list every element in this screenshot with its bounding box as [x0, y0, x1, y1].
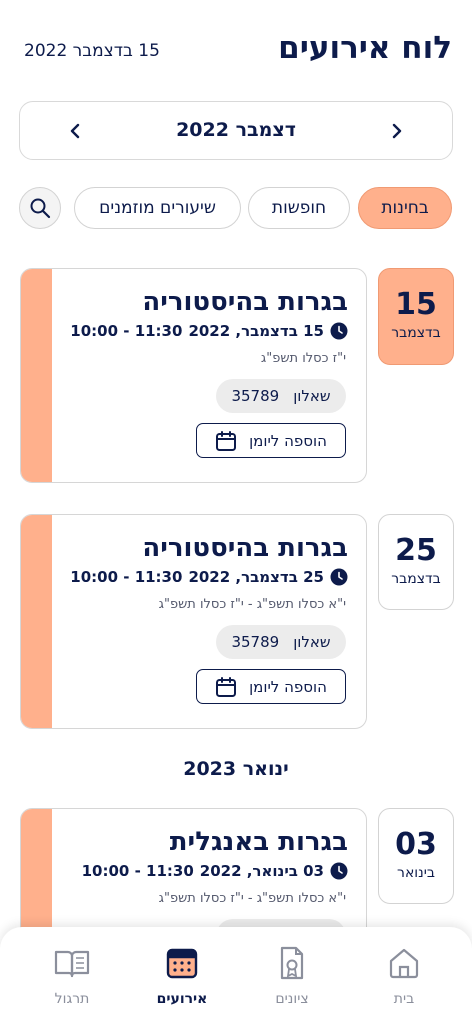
month-section-heading: ינואר 2023 — [183, 758, 289, 780]
nav-label-events: אירועים — [156, 991, 208, 1007]
event-card[interactable]: בגרות בהיסטוריה 25 בדצמבר, 2022 11:30 - … — [20, 514, 367, 729]
event-hebrew-date: י"א כסלו תשפ"ג - י"ז כסלו תשפ"ג — [158, 891, 346, 906]
add-to-calendar-button[interactable]: הוספה ליומן — [196, 423, 346, 458]
nav-label-grades: ציונים — [275, 991, 309, 1007]
event-title: בגרות בהיסטוריה — [142, 287, 348, 317]
search-button[interactable] — [19, 187, 61, 229]
filter-bar: בחינות חופשות שיעורים מוזמנים — [19, 187, 452, 231]
event-date-text: 03 בינואר, 2022 — [199, 862, 324, 880]
nav-label-home: בית — [393, 991, 415, 1007]
event-date-badge: 15 בדצמבר — [378, 268, 454, 365]
event-month: בדצמבר — [391, 325, 441, 341]
exam-form-label: שאלון — [293, 387, 331, 405]
calendar-icon — [216, 676, 237, 697]
exam-form-label: שאלון — [293, 633, 331, 651]
event-date-text: 15 בדצמבר, 2022 — [188, 322, 324, 340]
nav-item-practice[interactable]: תרגול — [32, 943, 112, 1007]
month-navigator: דצמבר 2022 — [19, 101, 453, 160]
event-hebrew-date: י"ז כסלו תשפ"ג — [260, 351, 346, 366]
filter-chip-booked-lessons[interactable]: שיעורים מוזמנים — [74, 187, 241, 229]
add-to-calendar-label: הוספה ליומן — [249, 431, 327, 450]
home-icon — [389, 948, 419, 979]
event-card[interactable]: בגרות בהיסטוריה 15 בדצמבר, 2022 11:30 - … — [20, 268, 367, 483]
event-date-badge: 03 בינואר — [378, 808, 454, 904]
event-color-stripe — [21, 269, 52, 482]
clock-icon — [330, 862, 348, 880]
previous-month-button[interactable] — [382, 116, 412, 146]
nav-item-events[interactable]: אירועים — [142, 943, 222, 1007]
event-month: בינואר — [397, 865, 435, 881]
exam-form-badge: שאלון 35789 — [216, 379, 346, 413]
event-day: 03 — [395, 827, 437, 862]
add-to-calendar-button[interactable]: הוספה ליומן — [196, 669, 346, 704]
event-date-text: 25 בדצמבר, 2022 — [188, 568, 324, 586]
event-title: בגרות בהיסטוריה — [142, 533, 348, 563]
exam-form-badge: שאלון 35789 — [216, 625, 346, 659]
calendar-icon — [166, 948, 198, 979]
event-title: בגרות באנגלית — [169, 827, 348, 857]
bottom-navigation: בית ציונים אירועים תרגול — [0, 927, 472, 1024]
event-time-row: 15 בדצמבר, 2022 11:30 - 10:00 — [70, 322, 348, 340]
nav-label-practice: תרגול — [54, 991, 90, 1007]
event-time-row: 03 בינואר, 2022 11:30 - 10:00 — [82, 862, 348, 880]
calendar-icon — [216, 430, 237, 451]
event-date-badge: 25 בדצמבר — [378, 514, 454, 610]
filter-chip-exams[interactable]: בחינות — [358, 187, 452, 229]
exam-form-number: 35789 — [231, 633, 280, 651]
event-day: 15 — [395, 287, 437, 322]
current-date: 15 בדצמבר 2022 — [24, 41, 160, 61]
add-to-calendar-label: הוספה ליומן — [249, 677, 327, 696]
page-header: לוח אירועים 15 בדצמבר 2022 — [22, 28, 452, 78]
open-book-icon — [54, 950, 90, 978]
event-time-text: 11:30 - 10:00 — [70, 322, 183, 340]
clock-icon — [330, 568, 348, 586]
nav-item-home[interactable]: בית — [364, 943, 444, 1007]
event-time-text: 11:30 - 10:00 — [81, 862, 194, 880]
chevron-right-icon — [392, 123, 402, 139]
event-month: בדצמבר — [391, 571, 441, 587]
exam-form-number: 35789 — [231, 387, 280, 405]
clock-icon — [330, 322, 348, 340]
event-hebrew-date: י"א כסלו תשפ"ג - י"ז כסלו תשפ"ג — [158, 597, 346, 612]
certificate-icon — [280, 946, 304, 980]
filter-chip-holidays[interactable]: חופשות — [248, 187, 350, 229]
event-time-row: 25 בדצמבר, 2022 11:30 - 10:00 — [70, 568, 348, 586]
event-day: 25 — [395, 533, 437, 568]
nav-item-grades[interactable]: ציונים — [252, 943, 332, 1007]
event-time-text: 11:30 - 10:00 — [70, 568, 183, 586]
page-title: לוח אירועים — [278, 30, 452, 66]
event-color-stripe — [21, 515, 52, 728]
search-icon — [30, 198, 51, 219]
